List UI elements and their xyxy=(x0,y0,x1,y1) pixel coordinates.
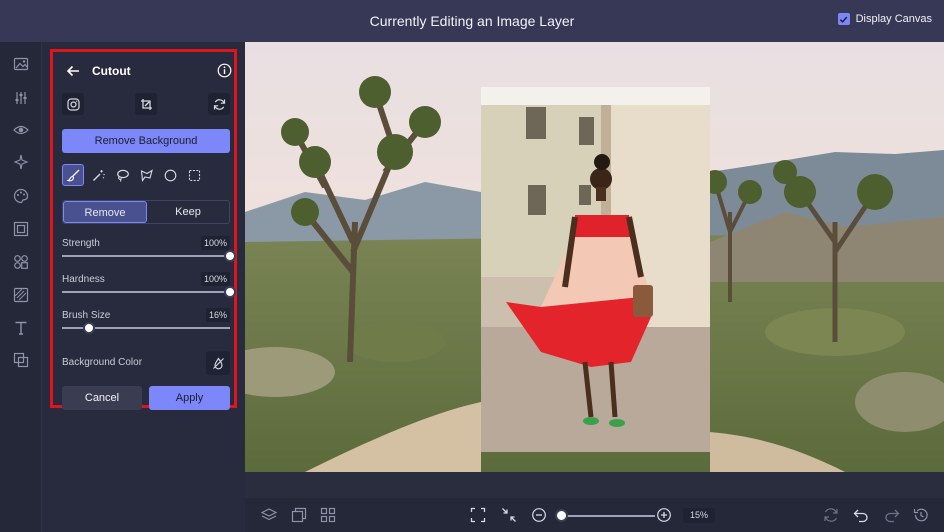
remove-keep-toggle: Remove Keep xyxy=(62,200,230,224)
undo-icon[interactable] xyxy=(853,507,869,523)
strength-handle[interactable] xyxy=(224,250,236,262)
reset-button[interactable] xyxy=(208,93,230,115)
strength-value[interactable]: 100% xyxy=(200,236,230,250)
back-arrow-icon[interactable] xyxy=(66,64,80,78)
brush-size-label: Brush Size xyxy=(62,310,111,321)
display-canvas-checkbox[interactable] xyxy=(837,13,850,25)
zoom-level[interactable]: 15% xyxy=(683,508,715,523)
cancel-button[interactable]: Cancel xyxy=(62,386,142,410)
history-icon[interactable] xyxy=(913,507,929,523)
display-canvas-label: Display Canvas xyxy=(855,13,932,25)
display-canvas-toggle[interactable]: Display Canvas xyxy=(837,13,932,25)
remove-mode-button[interactable]: Remove xyxy=(63,201,147,223)
keep-mode-button[interactable]: Keep xyxy=(147,201,229,223)
text-icon[interactable] xyxy=(13,320,29,336)
rect-select-tool-button[interactable] xyxy=(183,164,205,186)
cutout-title: Cutout xyxy=(92,64,131,78)
side-panel: Cutout Remove Background Remove Keep Str… xyxy=(42,42,245,532)
info-icon[interactable] xyxy=(217,63,232,78)
background-color-swatch[interactable] xyxy=(206,351,230,375)
refresh-icon xyxy=(213,98,225,110)
layers-graphic-icon[interactable] xyxy=(13,352,29,368)
ellipse-select-tool-button[interactable] xyxy=(159,164,181,186)
polygon-lasso-tool-button[interactable] xyxy=(135,164,157,186)
checkmark-icon xyxy=(839,16,848,23)
no-color-icon xyxy=(212,357,224,369)
hardness-label: Hardness xyxy=(62,274,105,285)
brush-tool-button[interactable] xyxy=(62,164,84,186)
shapes-icon[interactable] xyxy=(13,254,29,270)
hardness-slider: Hardness 100% xyxy=(62,272,236,304)
bottom-toolbar: 15% xyxy=(245,498,944,532)
magic-wand-tool-button[interactable] xyxy=(87,164,109,186)
hardness-handle[interactable] xyxy=(224,286,236,298)
strength-label: Strength xyxy=(62,238,100,249)
hardness-value[interactable]: 100% xyxy=(200,272,230,286)
instagram-button[interactable] xyxy=(62,93,84,115)
top-bar: Currently Editing an Image Layer Display… xyxy=(0,0,944,42)
layers-icon[interactable] xyxy=(261,507,277,523)
grid-icon[interactable] xyxy=(320,507,336,523)
selection-tools xyxy=(62,164,212,188)
strength-slider: Strength 100% xyxy=(62,236,236,268)
brush-size-slider: Brush Size 16% xyxy=(62,308,230,340)
cutout-quick-actions xyxy=(62,93,230,117)
texture-icon[interactable] xyxy=(13,287,29,303)
zoom-slider-track[interactable] xyxy=(561,515,655,517)
apply-button[interactable]: Apply xyxy=(149,386,230,410)
shrink-icon[interactable] xyxy=(501,507,517,523)
eye-icon[interactable] xyxy=(13,122,29,138)
canvas-area[interactable] xyxy=(245,42,944,498)
rect-select-icon xyxy=(188,169,200,181)
cutout-woman-photo[interactable] xyxy=(481,87,710,452)
redo-icon[interactable] xyxy=(884,507,900,523)
lasso-tool-button[interactable] xyxy=(111,164,133,186)
sync-icon[interactable] xyxy=(823,507,839,523)
brush-size-handle[interactable] xyxy=(82,322,95,334)
page-title: Currently Editing an Image Layer xyxy=(369,13,575,29)
magic-crop-icon xyxy=(140,98,152,110)
strength-track[interactable] xyxy=(62,255,230,257)
tool-rail xyxy=(0,42,42,532)
zoom-out-icon[interactable] xyxy=(531,507,547,523)
brush-size-value[interactable]: 16% xyxy=(205,308,230,322)
cutout-header: Cutout xyxy=(62,60,232,82)
duplicate-icon[interactable] xyxy=(291,507,307,523)
brush-icon xyxy=(66,169,79,181)
background-color-label: Background Color xyxy=(62,357,143,368)
frame-icon[interactable] xyxy=(13,221,29,237)
cutout-panel: Cutout Remove Background Remove Keep Str… xyxy=(50,49,237,410)
magic-crop-button[interactable] xyxy=(135,93,157,115)
polygon-lasso-icon xyxy=(140,168,153,182)
zoom-in-icon[interactable] xyxy=(656,507,672,523)
zoom-slider-handle[interactable] xyxy=(555,509,568,522)
lasso-icon xyxy=(116,169,129,182)
ellipse-select-icon xyxy=(164,169,176,181)
effects-icon[interactable] xyxy=(13,154,29,170)
hardness-track[interactable] xyxy=(62,291,230,293)
magic-wand-icon xyxy=(92,169,105,181)
palette-icon[interactable] xyxy=(13,188,29,204)
fit-screen-icon[interactable] xyxy=(470,507,486,523)
adjustments-icon[interactable] xyxy=(13,90,29,106)
remove-background-button[interactable]: Remove Background xyxy=(62,129,230,153)
image-icon[interactable] xyxy=(13,56,29,72)
instagram-icon xyxy=(66,97,80,111)
